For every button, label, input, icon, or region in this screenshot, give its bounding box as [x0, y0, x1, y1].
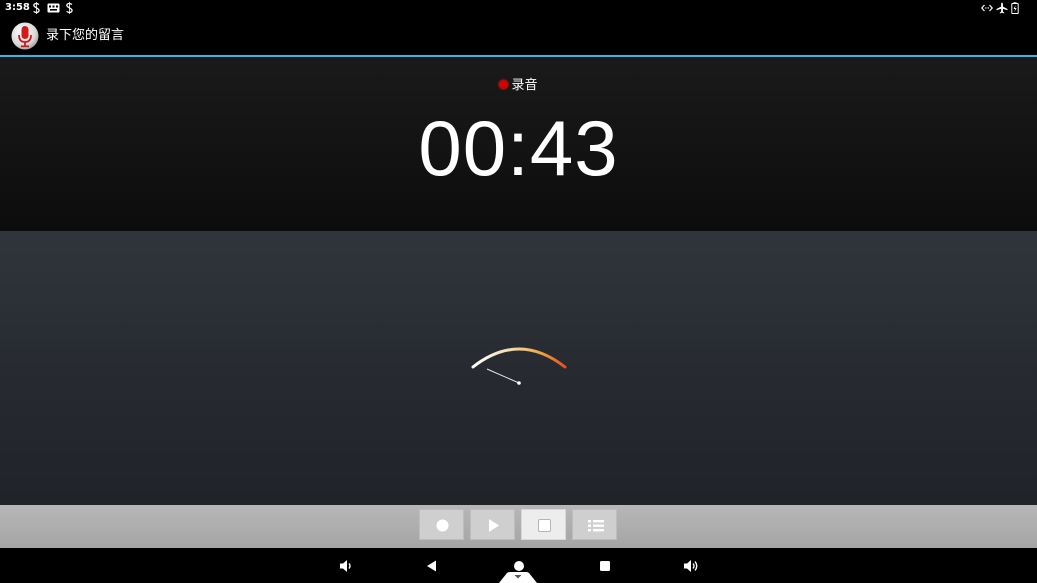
keyboard-icon	[47, 3, 60, 13]
recording-indicator-icon	[499, 80, 509, 89]
ethernet-icon	[981, 4, 993, 12]
meter-needle	[486, 368, 520, 384]
elapsed-timer: 00:43	[418, 104, 619, 192]
control-bar	[0, 505, 1037, 548]
navigation-bar	[0, 548, 1037, 583]
list-icon	[588, 520, 604, 532]
back-icon[interactable]	[423, 557, 441, 575]
battery-icon	[1011, 2, 1019, 14]
recents-icon[interactable]	[596, 557, 614, 575]
recording-status: 录音	[0, 74, 1037, 93]
play-button[interactable]	[470, 509, 515, 540]
airplane-mode-icon	[996, 2, 1008, 14]
vu-meter-icon	[471, 347, 567, 385]
recording-panel: 录音 00:43	[0, 57, 1037, 231]
microphone-icon[interactable]	[11, 22, 39, 50]
status-time: 3:58	[5, 2, 30, 13]
record-button[interactable]	[419, 509, 464, 540]
status-bar: 3:58	[0, 0, 1037, 16]
stop-button[interactable]	[521, 509, 566, 540]
play-icon	[489, 519, 499, 532]
meter-pivot	[517, 381, 521, 385]
s-notification-icon	[66, 2, 73, 14]
list-button[interactable]	[572, 509, 617, 540]
level-meter-area	[0, 231, 1037, 505]
stop-icon	[538, 519, 551, 532]
record-icon	[436, 519, 449, 532]
action-bar: 录下您的留言	[0, 16, 1037, 57]
volume-down-icon[interactable]	[337, 557, 355, 575]
app-title: 录下您的留言	[46, 28, 125, 43]
volume-up-icon[interactable]	[682, 557, 700, 575]
s-notification-icon	[33, 2, 40, 14]
screen: 3:58 录下您的留言 录音 00:43	[0, 0, 1037, 583]
meter-arc	[471, 347, 567, 369]
gesture-handle-icon[interactable]	[499, 572, 537, 583]
recording-status-label: 录音	[511, 78, 538, 93]
